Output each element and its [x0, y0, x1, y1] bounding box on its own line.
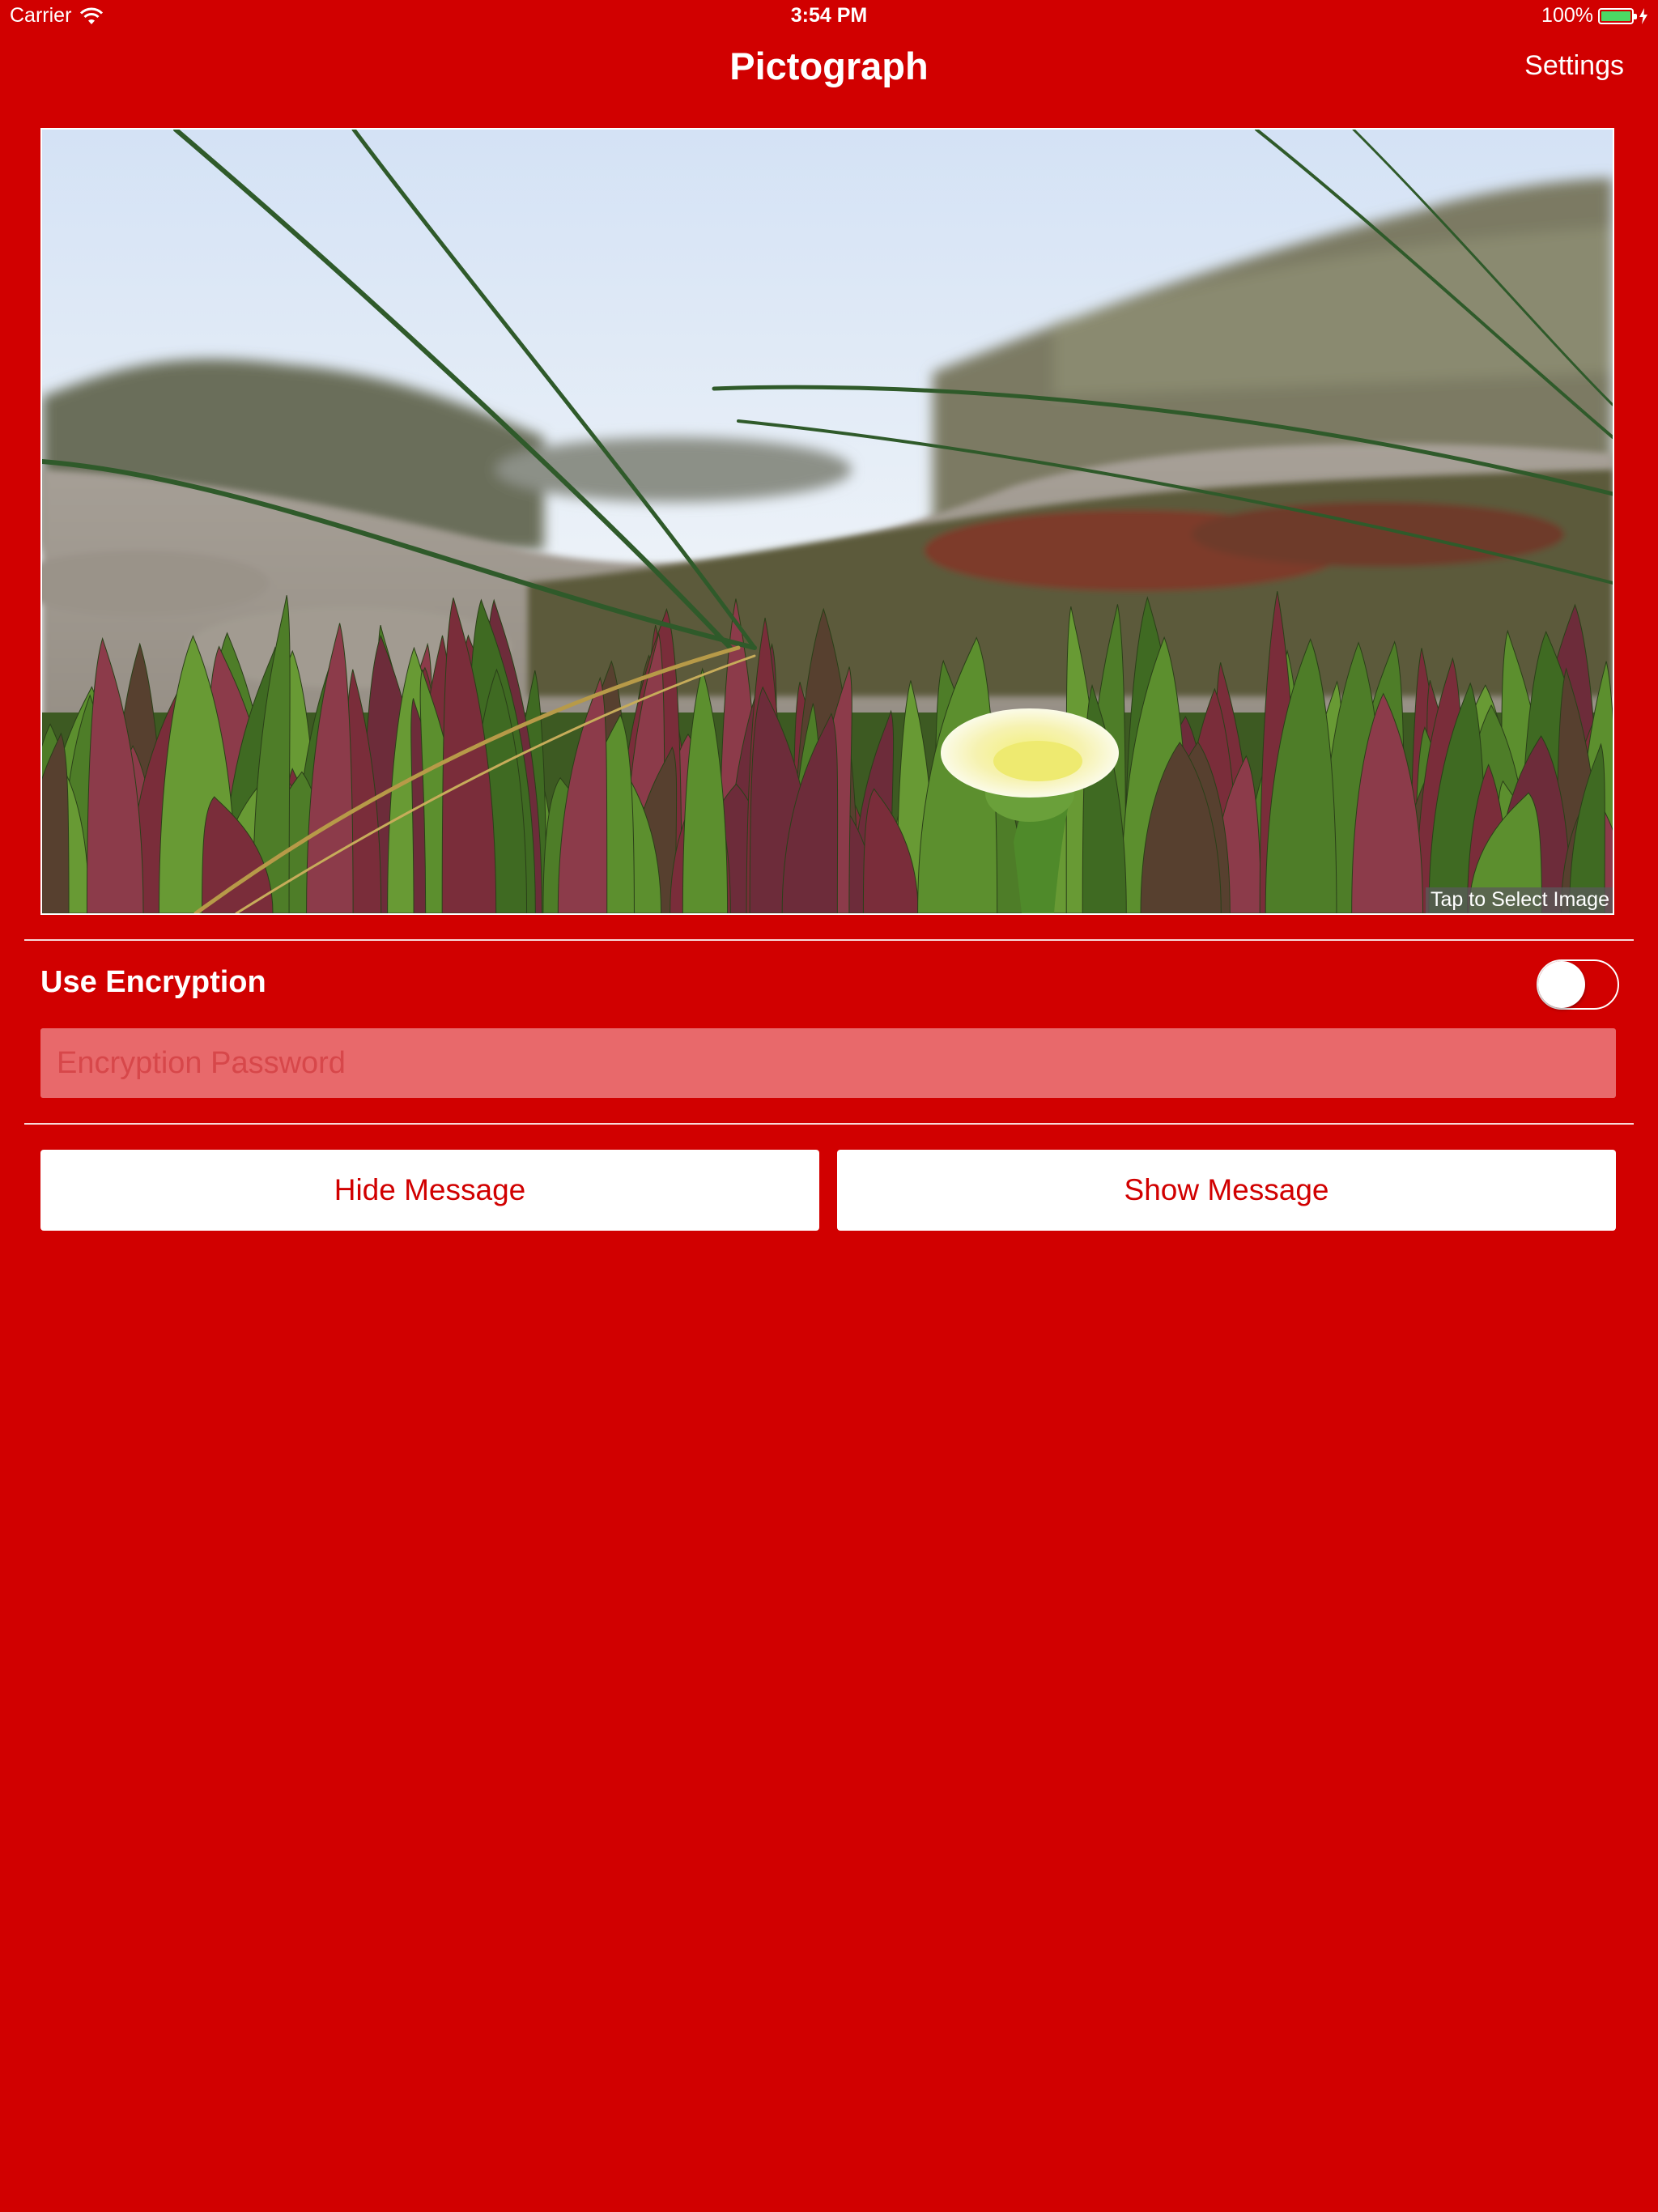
image-picker[interactable]: Tap to Select Image — [40, 128, 1614, 915]
separator-top — [24, 939, 1634, 941]
charging-icon — [1639, 7, 1647, 24]
tap-to-select-label: Tap to Select Image — [1426, 887, 1613, 913]
status-time: 3:54 PM — [790, 4, 868, 27]
hide-message-button[interactable]: Hide Message — [40, 1150, 819, 1231]
encryption-password-input[interactable] — [40, 1028, 1616, 1098]
battery-fill — [1601, 11, 1630, 21]
use-encryption-label: Use Encryption — [40, 965, 266, 999]
encryption-toggle[interactable] — [1537, 959, 1619, 1010]
battery-icon — [1598, 7, 1637, 24]
page-title: Pictograph — [729, 45, 929, 87]
status-right: 100% — [1541, 4, 1648, 28]
battery-percent: 100% — [1541, 4, 1593, 27]
battery-cap — [1634, 13, 1637, 19]
selected-photo — [42, 130, 1613, 913]
show-message-button[interactable]: Show Message — [837, 1150, 1616, 1231]
settings-button[interactable]: Settings — [1524, 50, 1624, 82]
nav-bar: Pictograph Settings — [0, 32, 1658, 104]
status-bar: Carrier 3:54 PM 100% — [0, 0, 1658, 32]
toggle-knob — [1538, 961, 1585, 1008]
separator-bottom — [24, 1123, 1634, 1125]
